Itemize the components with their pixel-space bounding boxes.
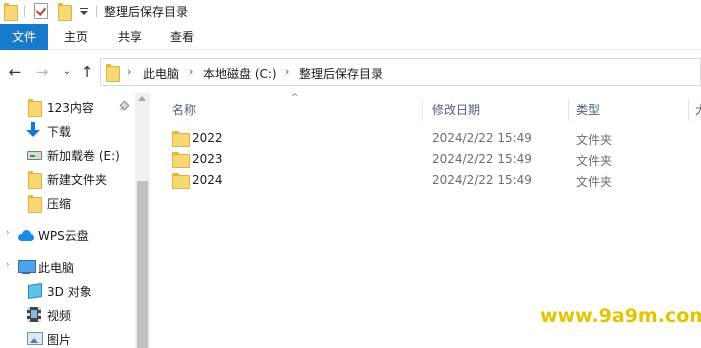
folder-icon [28, 195, 42, 213]
sidebar-item-123-content[interactable]: 123内容 [0, 96, 135, 118]
title-bar: 整理后保存目录 [0, 0, 701, 24]
tab-file[interactable]: 文件 [0, 24, 48, 50]
folder-icon [172, 173, 190, 189]
sidebar-item-label: 此电脑 [38, 261, 75, 275]
site-watermark: www.9a9m.com [540, 305, 701, 327]
sidebar-item-compressed[interactable]: 压缩 [0, 192, 135, 214]
column-header-name[interactable]: 名称 [172, 101, 196, 123]
sidebar-item-label: 123内容 [47, 101, 94, 115]
sidebar-item-drive-e[interactable]: 新加载卷 (E:) [0, 144, 135, 166]
divider [24, 5, 25, 17]
back-arrow-icon[interactable]: ← [6, 63, 24, 81]
folder-icon [106, 64, 120, 82]
download-arrow-icon [26, 122, 40, 138]
column-divider[interactable] [422, 99, 423, 121]
file-type: 文件夹 [576, 175, 613, 189]
ribbon-tabs: 文件 主页 共享 查看 [0, 24, 701, 50]
column-divider[interactable] [688, 99, 689, 121]
file-type: 文件夹 [576, 133, 613, 147]
chevron-right-icon[interactable]: › [127, 65, 131, 78]
folder-icon [28, 99, 42, 117]
folder-icon [4, 3, 18, 21]
breadcrumb-current-folder[interactable]: 整理后保存目录 [299, 65, 383, 82]
pin-icon[interactable] [119, 101, 129, 111]
tab-home[interactable]: 主页 [56, 24, 96, 50]
column-header-size[interactable]: 大 [695, 101, 701, 123]
folder-icon [28, 171, 42, 189]
sidebar-item-this-pc[interactable]: › 此电脑 [0, 256, 135, 278]
file-name: 2024 [192, 173, 223, 187]
file-date-modified: 2024/2/22 15:49 [432, 173, 532, 187]
column-divider[interactable] [568, 99, 569, 121]
file-row[interactable]: 2024 2024/2/22 15:49 文件夹 [168, 170, 701, 191]
chevron-right-icon[interactable]: › [189, 65, 193, 78]
drive-icon [27, 151, 42, 160]
breadcrumb-this-pc[interactable]: 此电脑 [143, 65, 179, 82]
breadcrumb-local-disk[interactable]: 本地磁盘 (C:) [203, 65, 277, 82]
new-folder-icon[interactable] [58, 3, 72, 21]
expand-arrow-icon[interactable]: › [6, 260, 10, 270]
recent-locations-chevron-icon[interactable]: ⌄ [58, 63, 76, 81]
up-arrow-icon[interactable]: ↑ [78, 63, 96, 81]
sidebar-item-label: 新建文件夹 [47, 173, 108, 187]
sidebar-item-videos[interactable]: 视频 [0, 304, 135, 326]
sidebar-item-label: 下载 [47, 125, 72, 139]
video-icon [27, 307, 41, 322]
column-header-date-modified[interactable]: 修改日期 [432, 101, 480, 123]
navigation-bar: ← → ⌄ ↑ › 此电脑 › 本地磁盘 (C:) › 整理后保存目录 [0, 51, 701, 93]
file-name: 2022 [192, 131, 223, 145]
tab-share[interactable]: 共享 [110, 24, 150, 50]
sidebar-item-label: 压缩 [47, 197, 72, 211]
folder-icon [172, 131, 190, 147]
computer-icon [18, 260, 36, 274]
folder-icon [172, 152, 190, 168]
forward-arrow-icon[interactable]: → [33, 63, 51, 81]
cube-icon [28, 283, 42, 299]
sidebar-item-wps-cloud[interactable]: › WPS云盘 [0, 224, 135, 246]
expand-arrow-icon[interactable]: › [6, 228, 10, 238]
file-type: 文件夹 [576, 154, 613, 168]
file-date-modified: 2024/2/22 15:49 [432, 131, 532, 145]
sidebar-item-pictures[interactable]: 图片 [0, 328, 135, 348]
scrollbar-thumb[interactable] [137, 181, 148, 348]
navigation-scrollbar[interactable] [135, 93, 150, 348]
picture-icon [27, 332, 43, 345]
sidebar-item-3d-objects[interactable]: 3D 对象 [0, 280, 135, 302]
sort-ascending-icon: ^ [291, 93, 299, 103]
sidebar-item-label: 新加载卷 (E:) [47, 149, 120, 163]
file-row[interactable]: 2023 2024/2/22 15:49 文件夹 [168, 149, 701, 170]
cloud-icon [18, 230, 34, 241]
file-date-modified: 2024/2/22 15:49 [432, 152, 532, 166]
navigation-pane: 123内容 下载 新加载卷 (E:) 新建文件夹 压缩 › WPS云盘 › 此电… [0, 93, 150, 348]
sidebar-item-new-folder[interactable]: 新建文件夹 [0, 168, 135, 190]
divider [96, 5, 97, 17]
sidebar-item-label: 图片 [47, 333, 72, 347]
sidebar-item-downloads[interactable]: 下载 [0, 120, 135, 142]
customize-toolbar-dropdown-icon[interactable] [79, 5, 89, 17]
sidebar-item-label: WPS云盘 [38, 229, 89, 243]
sidebar-item-label: 视频 [47, 309, 72, 323]
file-name: 2023 [192, 152, 223, 166]
scroll-up-arrow-icon[interactable] [138, 96, 146, 101]
window-title: 整理后保存目录 [104, 5, 189, 19]
tab-view[interactable]: 查看 [162, 24, 202, 50]
address-bar[interactable]: › 此电脑 › 本地磁盘 (C:) › 整理后保存目录 [100, 58, 701, 86]
chevron-right-icon[interactable]: › [285, 65, 289, 78]
properties-check-icon[interactable] [34, 3, 48, 19]
column-header-type[interactable]: 类型 [576, 101, 600, 123]
file-row[interactable]: 2022 2024/2/22 15:49 文件夹 [168, 128, 701, 149]
sidebar-item-label: 3D 对象 [47, 285, 92, 299]
